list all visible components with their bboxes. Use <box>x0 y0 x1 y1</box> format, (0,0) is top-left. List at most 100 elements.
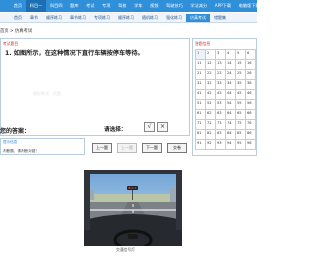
answer-grid-title: 答题信息 <box>195 41 211 46</box>
grid-cell[interactable]: 76 <box>246 120 256 130</box>
grid-cell[interactable]: 12 <box>206 60 216 70</box>
nav-item-app[interactable]: APP下载 <box>211 3 235 9</box>
nav-item-special[interactable]: 专项 <box>98 3 114 9</box>
nav-item-question-bank[interactable]: 题库 <box>66 3 82 9</box>
option-true-button[interactable]: √ <box>144 122 155 132</box>
next-question-button[interactable]: 下一题 <box>142 143 162 153</box>
grid-cell[interactable]: 43 <box>216 90 226 100</box>
grid-cell[interactable]: 34 <box>226 80 236 90</box>
grid-cell[interactable]: 35 <box>236 80 246 90</box>
nav-item-subject-one[interactable]: 科目一 <box>25 0 47 12</box>
skip-button[interactable]: 上一题 <box>117 143 137 153</box>
grid-cell[interactable]: 93 <box>216 140 226 150</box>
nav-item-points[interactable]: 学法减分 <box>187 3 211 9</box>
subnav-item-special-practice[interactable]: 专项练习 <box>90 15 114 21</box>
grid-cell[interactable]: 11 <box>196 60 206 70</box>
grid-cell[interactable]: 85 <box>236 130 246 140</box>
grid-cell[interactable]: 51 <box>196 100 206 110</box>
subnav-item-intensive-practice[interactable]: 强化练习 <box>162 15 186 21</box>
grid-cell[interactable]: 15 <box>236 60 246 70</box>
grid-cell[interactable]: 24 <box>226 70 236 80</box>
grid-cell[interactable]: 56 <box>246 100 256 110</box>
grid-cell[interactable]: 3 <box>216 50 226 60</box>
grid-cell[interactable]: 2 <box>206 50 216 60</box>
grid-cell[interactable]: 36 <box>246 80 256 90</box>
grid-cell[interactable]: 74 <box>226 120 236 130</box>
grid-cell[interactable]: 41 <box>196 90 206 100</box>
nav-item-learn[interactable]: 学车 <box>130 3 146 9</box>
grid-cell[interactable]: 83 <box>216 130 226 140</box>
grid-cell[interactable]: 1 <box>196 50 206 60</box>
grid-cell[interactable]: 91 <box>196 140 206 150</box>
grid-cell[interactable]: 5 <box>236 50 246 60</box>
question-text: 1. 如图所示，在这种情况下直行车辆按停车等待。 <box>5 50 144 57</box>
image-caption: 交通信号灯 <box>116 247 135 252</box>
grid-cell[interactable]: 94 <box>226 140 236 150</box>
nav-item-school[interactable]: 驾校 <box>114 3 130 9</box>
subnav-item-order[interactable]: 顺序练习 <box>42 15 66 21</box>
subnav-item-wrong-questions[interactable]: 错题集 <box>210 15 230 21</box>
grid-cell[interactable]: 71 <box>196 120 206 130</box>
grid-cell[interactable]: 64 <box>226 110 236 120</box>
grid-cell[interactable]: 61 <box>196 110 206 120</box>
answer-grid-panel: 答题信息 1 2 3 4 5 6 11 12 13 14 15 16 21 22 23 24 25 26 31 32 3… <box>192 38 257 156</box>
option-false-button[interactable]: × <box>157 122 168 132</box>
grid-cell[interactable]: 46 <box>246 90 256 100</box>
grid-cell[interactable]: 31 <box>196 80 206 90</box>
grid-cell[interactable]: 4 <box>226 50 236 60</box>
grid-cell[interactable]: 63 <box>216 110 226 120</box>
tip-box: 提示信息 判断题，请判断对错！ <box>0 138 85 155</box>
grid-cell[interactable]: 66 <box>246 110 256 120</box>
grid-cell[interactable]: 81 <box>196 130 206 140</box>
nav-item-video[interactable]: 视频 <box>146 3 162 9</box>
grid-cell[interactable]: 73 <box>216 120 226 130</box>
grid-cell[interactable]: 75 <box>236 120 246 130</box>
grid-cell[interactable]: 82 <box>206 130 216 140</box>
grid-cell[interactable]: 22 <box>206 70 216 80</box>
nav-item-pc[interactable]: 电脑版下载 <box>235 3 264 9</box>
grid-cell[interactable]: 92 <box>206 140 216 150</box>
subnav-item-order-practice[interactable]: 顺序练习 <box>114 15 138 21</box>
grid-cell[interactable]: 72 <box>206 120 216 130</box>
subnav-item-chapter[interactable]: 章节 <box>26 15 42 21</box>
grid-cell[interactable]: 54 <box>226 100 236 110</box>
subnav-item-chapter-practice[interactable]: 章节练习 <box>66 15 90 21</box>
question-panel-title: 考试题目 <box>3 41 19 46</box>
grid-cell[interactable]: 14 <box>226 60 236 70</box>
subnav-item-home[interactable]: 首页 <box>10 15 26 21</box>
grid-cell[interactable]: 32 <box>206 80 216 90</box>
subnav-item-mock-exam[interactable]: 仿真考试 <box>186 13 210 22</box>
driving-scene-image <box>84 170 182 246</box>
subnav-item-random-practice[interactable]: 随机练习 <box>138 15 162 21</box>
grid-cell[interactable]: 13 <box>216 60 226 70</box>
grid-cell[interactable]: 53 <box>216 100 226 110</box>
grid-cell[interactable]: 33 <box>216 80 226 90</box>
grid-cell[interactable]: 23 <box>216 70 226 80</box>
grid-cell[interactable]: 45 <box>236 90 246 100</box>
grid-cell[interactable]: 65 <box>236 110 246 120</box>
grid-cell[interactable]: 16 <box>246 60 256 70</box>
grid-cell[interactable]: 42 <box>206 90 216 100</box>
grid-cell[interactable]: 44 <box>226 90 236 100</box>
sub-nav: 首页 章节 顺序练习 章节练习 专项练习 顺序练习 随机练习 强化练习 仿真考试… <box>0 13 257 23</box>
grid-cell[interactable]: 96 <box>246 140 256 150</box>
grid-cell[interactable]: 55 <box>236 100 246 110</box>
grid-cell[interactable]: 95 <box>236 140 246 150</box>
prev-question-button[interactable]: 上一题 <box>92 143 112 153</box>
nav-item-tips[interactable]: 驾驶技巧 <box>162 3 186 9</box>
breadcrumb: 首页 > 仿真考试 <box>0 29 33 34</box>
grid-cell[interactable]: 84 <box>226 130 236 140</box>
grid-cell[interactable]: 25 <box>236 70 246 80</box>
grid-cell[interactable]: 86 <box>246 130 256 140</box>
grid-cell[interactable]: 62 <box>206 110 216 120</box>
nav-item-home[interactable]: 首页 <box>10 3 26 9</box>
grid-cell[interactable]: 26 <box>246 70 256 80</box>
grid-cell[interactable]: 21 <box>196 70 206 80</box>
top-nav: 首页 科目一 科目四 题库 考试 专项 驾校 学车 视频 驾驶技巧 学法减分 A… <box>0 0 260 12</box>
choose-label: 请选择： <box>104 127 127 133</box>
submit-exam-button[interactable]: 交卷 <box>167 143 187 153</box>
nav-item-exam[interactable]: 考试 <box>82 3 98 9</box>
nav-item-subject-four[interactable]: 科目四 <box>46 3 66 9</box>
grid-cell[interactable]: 6 <box>246 50 256 60</box>
grid-cell[interactable]: 52 <box>206 100 216 110</box>
